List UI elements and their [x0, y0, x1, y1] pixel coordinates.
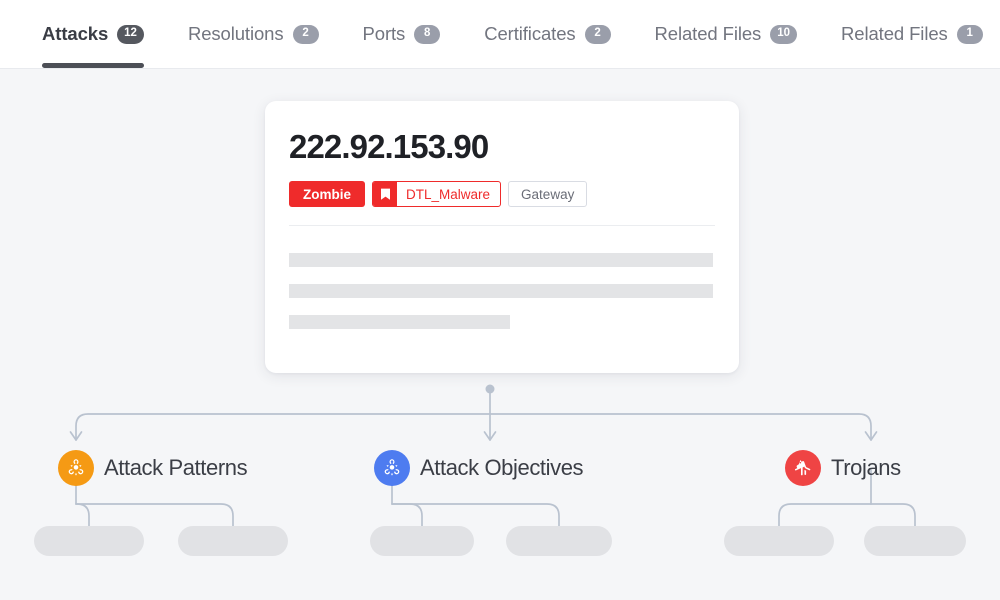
tab-label: Certificates	[484, 23, 576, 44]
tab-count-badge: 1	[956, 24, 983, 44]
connector-root-to-right	[489, 413, 872, 441]
connector-arrowhead	[69, 431, 83, 441]
active-tab-indicator	[42, 63, 144, 68]
node-label: Attack Patterns	[104, 455, 248, 480]
connector-node-to-leaf	[75, 503, 234, 527]
node-icon-trojans	[785, 450, 821, 486]
tab-certificates-3[interactable]: Certificates 2	[462, 0, 632, 68]
node-label: Trojans	[831, 455, 901, 480]
tab-count-badge: 8	[414, 24, 441, 44]
page-title: 222.92.153.90	[289, 128, 489, 165]
card-divider	[289, 225, 715, 226]
tab-bar: Attacks 12 Resolutions 2 Ports 8 Certificates 2…	[0, 0, 1000, 69]
status-badge-gateway[interactable]: Gateway	[508, 181, 588, 207]
tab-attacks-0[interactable]: Attacks 12	[20, 0, 166, 68]
biohazard-icon	[384, 459, 400, 476]
tab-label: Related Files	[841, 23, 948, 44]
leaf-placeholder-pill[interactable]	[370, 526, 474, 556]
biohazard-icon	[68, 459, 84, 476]
tab-count-badge: 10	[770, 24, 797, 44]
tab-related-files-4[interactable]: Related Files 10	[633, 0, 819, 68]
tag-badge-label: DTL_Malware	[406, 186, 491, 202]
tab-related-files-5[interactable]: Related Files 1	[819, 0, 1000, 68]
tab-count-badge: 2	[584, 24, 611, 44]
graph-node-attack-patterns[interactable]: Attack Patterns	[58, 450, 248, 486]
connector-node-to-leaf	[778, 503, 872, 527]
skeleton-line	[289, 253, 713, 267]
tab-label: Resolutions	[187, 23, 284, 44]
tab-ports-2[interactable]: Ports 8	[341, 0, 463, 68]
root-connector-dot	[485, 384, 495, 394]
connector-node-to-leaf	[391, 503, 423, 527]
connector-node-to-leaf	[75, 503, 90, 527]
graph-node-trojans[interactable]: Trojans	[785, 450, 901, 486]
tag-badge-malware[interactable]: DTL_Malware	[372, 181, 502, 207]
tab-resolutions-1[interactable]: Resolutions 2	[166, 0, 341, 68]
tab-count-badge: 12	[117, 24, 144, 44]
skeleton-line	[289, 284, 713, 298]
node-icon-attack-patterns	[58, 450, 94, 486]
attack-graph-page: Attacks 12 Resolutions 2 Ports 8 Certificates 2…	[0, 0, 1000, 600]
graph-node-attack-objectives[interactable]: Attack Objectives	[374, 450, 584, 486]
skeleton-line	[289, 315, 510, 329]
skeleton-placeholder-group	[289, 253, 713, 346]
bookmark-icon	[380, 188, 390, 200]
tab-label: Related Files	[654, 23, 762, 44]
connector-arrowhead	[864, 431, 878, 441]
badge-row: Zombie DTL_Malware Gateway	[289, 181, 588, 207]
leaf-placeholder-pill[interactable]	[864, 526, 966, 556]
tab-label: Ports	[362, 23, 406, 44]
entity-card[interactable]: 222.92.153.90 Zombie DTL_Malware Gateway	[265, 101, 739, 373]
leaf-placeholder-pill[interactable]	[178, 526, 288, 556]
tab-count-badge: 2	[292, 24, 319, 44]
trojan-horse-icon	[794, 460, 811, 476]
tab-list: Attacks 12 Resolutions 2 Ports 8 Certificates 2…	[20, 0, 1000, 68]
node-icon-attack-objectives	[374, 450, 410, 486]
tab-label: Attacks	[42, 23, 109, 44]
connector-arrowhead	[483, 431, 497, 441]
leaf-placeholder-pill[interactable]	[724, 526, 834, 556]
node-label: Attack Objectives	[420, 455, 584, 480]
connector-node-to-leaf	[391, 503, 560, 527]
bookmark-icon-wrap	[373, 182, 398, 206]
connector-node-to-leaf	[870, 503, 916, 527]
leaf-placeholder-pill[interactable]	[506, 526, 612, 556]
status-badge-zombie[interactable]: Zombie	[289, 181, 366, 207]
connector-root-to-left	[75, 413, 491, 441]
leaf-placeholder-pill[interactable]	[34, 526, 144, 556]
